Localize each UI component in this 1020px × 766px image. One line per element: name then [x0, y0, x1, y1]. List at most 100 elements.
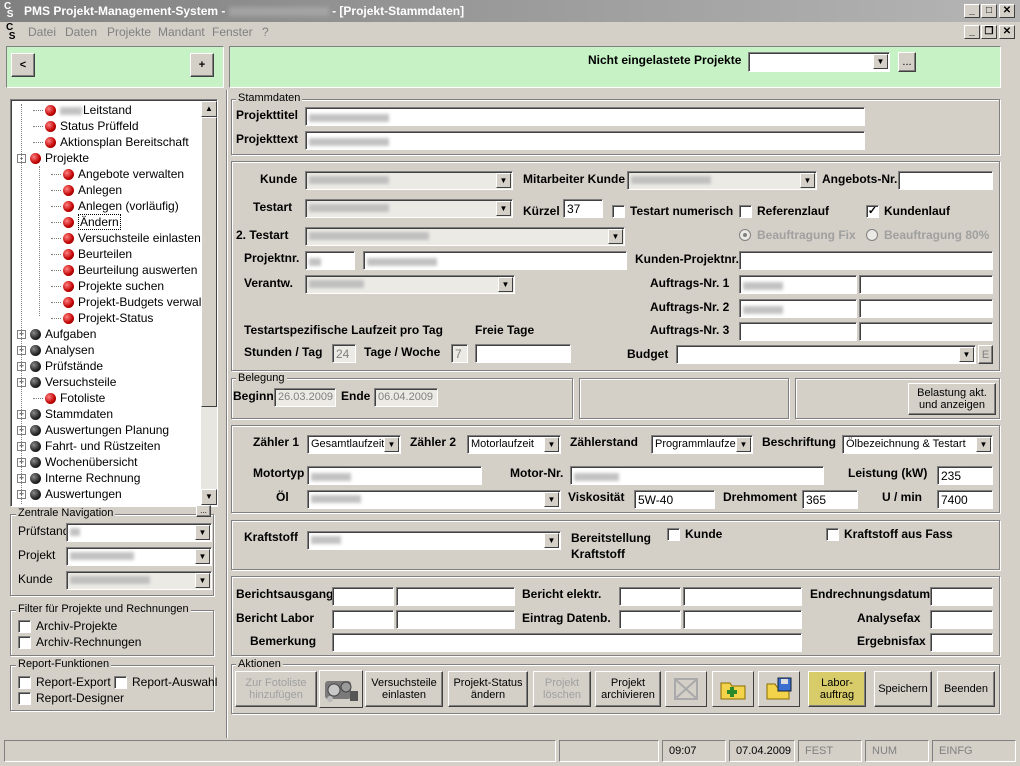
stunden-tag-input[interactable]: 24 — [332, 344, 356, 363]
tree-item[interactable]: + Versuchsteile — [17, 374, 116, 390]
aus-fass-checkbox[interactable] — [826, 528, 839, 541]
tree-item[interactable]: + Prüfstände — [17, 358, 103, 374]
tree-item[interactable]: + Aufgaben — [17, 326, 96, 342]
tree-item[interactable]: Fotoliste — [33, 390, 105, 406]
add-button[interactable]: + — [190, 53, 214, 77]
menu-mandant[interactable]: Mandant — [158, 22, 205, 42]
beginn-input[interactable]: 26.03.2009 — [274, 388, 336, 407]
navigation-tree[interactable]: Leitstand Status Prüffeld Aktionsplan Bere… — [10, 99, 218, 507]
tree-item[interactable]: + Analysen — [17, 342, 94, 358]
zaehlerstand-select[interactable]: Programmlaufzeit ▼ — [651, 435, 753, 454]
auftrags1-input[interactable] — [739, 275, 857, 294]
mdi-minimize-button[interactable]: _ — [964, 25, 980, 39]
kunden-projektnr-input[interactable] — [739, 251, 993, 270]
tree-item[interactable]: Beurteilen — [51, 246, 132, 262]
close-button[interactable]: ✕ — [999, 4, 1015, 18]
menu-daten[interactable]: Daten — [65, 22, 97, 42]
tree-item[interactable]: Anlegen (vorläufig) — [51, 198, 179, 214]
bericht-elektr-input[interactable] — [619, 587, 681, 606]
testart-select[interactable]: ▼ — [305, 199, 513, 218]
archiv-projekte-checkbox[interactable] — [18, 620, 31, 633]
viskositaet-input[interactable]: 5W-40 — [634, 490, 715, 509]
tree-item[interactable]: - Projekte — [17, 150, 89, 166]
report-export-checkbox[interactable] — [18, 676, 31, 689]
splitter[interactable] — [226, 90, 228, 738]
auftrags3-input[interactable] — [739, 322, 857, 341]
zaehler2-select[interactable]: Motorlaufzeit ▼ — [467, 435, 561, 454]
endrechnung-input[interactable] — [930, 587, 993, 606]
beschriftung-select[interactable]: Ölbezeichnung & Testart ▼ — [842, 435, 993, 454]
ergebnisfax-input[interactable] — [930, 633, 993, 652]
angebots-nr-input[interactable] — [898, 171, 993, 190]
projekttext-input[interactable] — [305, 131, 865, 150]
tree-item[interactable]: Angebote verwalten — [51, 166, 184, 182]
nicht-eingelastet-select[interactable]: ▼ — [748, 52, 890, 72]
projektnr-prefix-input[interactable] — [305, 251, 355, 270]
zaehler1-select[interactable]: Gesamtlaufzeit ▼ — [307, 435, 401, 454]
laborauftrag-button[interactable]: Labor-auftrag — [808, 671, 866, 707]
scroll-thumb[interactable] — [201, 117, 217, 407]
header-more-button[interactable]: ... — [898, 52, 916, 72]
motor-nr-input[interactable] — [570, 466, 824, 485]
tree-item[interactable]: + Interne Rechnung — [17, 470, 140, 486]
auftrags2-extra-input[interactable] — [859, 299, 993, 318]
freie-tage-input[interactable] — [475, 344, 571, 363]
berichtsausgang-input[interactable] — [332, 587, 394, 606]
auftrags3-extra-input[interactable] — [859, 322, 993, 341]
mdi-close-button[interactable]: ✕ — [999, 25, 1015, 39]
projektnr-input[interactable] — [363, 251, 627, 270]
maximize-button[interactable]: □ — [981, 4, 997, 18]
tree-item[interactable]: Ändern — [51, 214, 121, 230]
mitarbeiter-select[interactable]: ▼ — [627, 171, 817, 190]
bericht-labor-extra-input[interactable] — [396, 610, 515, 629]
kuerzel-input[interactable]: 37 — [563, 199, 603, 218]
new-folder-button[interactable] — [712, 671, 754, 707]
kraftstoff-kunde-checkbox[interactable] — [667, 528, 680, 541]
beauftragung-80-radio[interactable] — [866, 229, 878, 241]
beenden-button[interactable]: Beenden — [937, 671, 995, 707]
tree-item[interactable]: + Auswertungen Planung — [17, 422, 169, 438]
verantw-select[interactable]: ▼ — [305, 275, 515, 294]
berichtsausgang-extra-input[interactable] — [396, 587, 515, 606]
umin-input[interactable]: 7400 — [937, 490, 993, 509]
versuchsteile-button[interactable]: Versuchsteile einlasten — [365, 671, 443, 707]
tree-item[interactable]: Aktionsplan Bereitschaft — [33, 134, 189, 150]
projekt-loeschen-button[interactable]: Projekt löschen — [533, 671, 591, 707]
bericht-elektr-extra-input[interactable] — [683, 587, 802, 606]
projekt-archivieren-button[interactable]: Projekt archivieren — [595, 671, 661, 707]
tree-item[interactable]: Projekte suchen — [51, 278, 164, 294]
kraftstoff-select[interactable]: ▼ — [307, 531, 561, 550]
tree-item[interactable]: Beurteilung auswerten — [51, 262, 197, 278]
menu-projekte[interactable]: Projekte — [107, 22, 151, 42]
archiv-rechnungen-checkbox[interactable] — [18, 636, 31, 649]
disabled-action-button[interactable] — [665, 671, 707, 707]
report-designer-checkbox[interactable] — [18, 692, 31, 705]
report-auswahl-checkbox[interactable] — [114, 676, 127, 689]
tree-item[interactable]: Projekt-Budgets verwalten — [51, 294, 217, 310]
tree-scrollbar[interactable]: ▲ ▼ — [201, 101, 217, 505]
budget-select[interactable]: ▼ — [676, 345, 976, 364]
fotoliste-button[interactable]: Zur Fotoliste hinzufügen — [235, 671, 317, 707]
kunde-nav-select[interactable]: ▼ — [66, 571, 212, 590]
beauftragung-fix-radio[interactable] — [739, 229, 751, 241]
ende-input[interactable]: 06.04.2009 — [374, 388, 438, 407]
referenzlauf-checkbox[interactable] — [739, 205, 752, 218]
scroll-up-icon[interactable]: ▲ — [201, 101, 217, 117]
tree-item[interactable]: Status Prüffeld — [33, 118, 139, 134]
mdi-restore-button[interactable]: ❐ — [981, 25, 997, 39]
versuchsteile-image-button[interactable] — [319, 670, 363, 708]
bemerkung-input[interactable] — [332, 633, 802, 652]
export-button[interactable] — [758, 671, 800, 707]
projekttitel-input[interactable] — [305, 107, 865, 126]
eintrag-extra-input[interactable] — [683, 610, 802, 629]
zentrale-more-button[interactable]: ... — [196, 505, 211, 517]
pruefstand-select[interactable]: ▼ — [66, 523, 212, 542]
auftrags1-extra-input[interactable] — [859, 275, 993, 294]
auftrags2-input[interactable] — [739, 299, 857, 318]
menu-help[interactable]: ? — [262, 22, 269, 42]
back-button[interactable]: < — [11, 53, 35, 77]
scroll-down-icon[interactable]: ▼ — [201, 489, 217, 505]
tree-item[interactable]: Versuchsteile einlasten — [51, 230, 201, 246]
speichern-button[interactable]: Speichern — [874, 671, 932, 707]
eintrag-input[interactable] — [619, 610, 681, 629]
